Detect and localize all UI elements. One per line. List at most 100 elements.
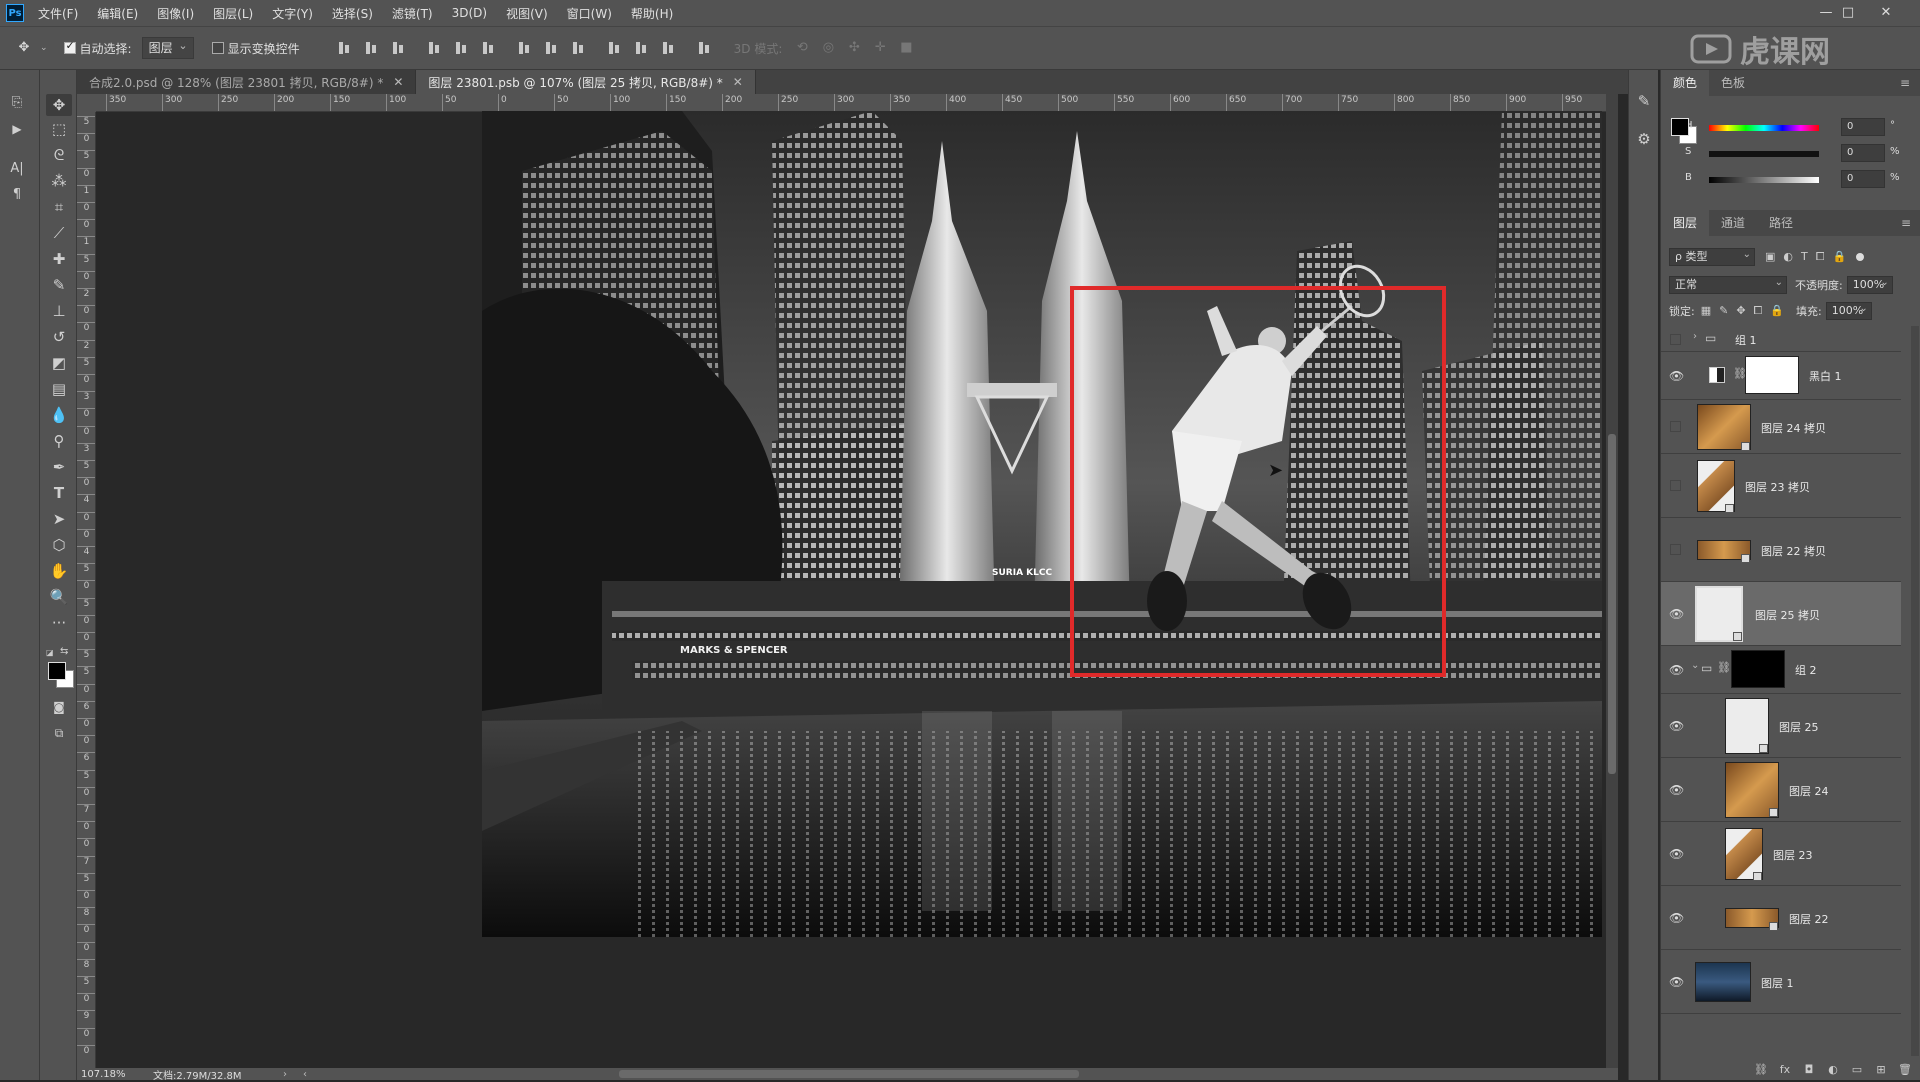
eye-icon[interactable]: 👁 xyxy=(1669,663,1684,677)
properties-panel-icon[interactable]: ⚙ xyxy=(1631,128,1657,150)
3d-pan-icon[interactable]: ✣ xyxy=(844,38,864,58)
lasso-tool-icon[interactable]: ᘓ xyxy=(46,144,72,166)
history-panel-icon[interactable]: ⎘ xyxy=(4,92,30,114)
align-top-icon[interactable] xyxy=(336,40,354,56)
align-left-icon[interactable] xyxy=(426,40,444,56)
quick-mask-icon[interactable]: ◙ xyxy=(46,696,72,718)
saturation-slider[interactable]: S 0 % xyxy=(1685,144,1905,162)
chevron-left-icon[interactable]: ‹ xyxy=(303,1069,307,1080)
distribute-hcenter-icon[interactable] xyxy=(633,40,651,56)
chevron-down-icon[interactable]: ⌄ xyxy=(40,43,48,53)
menu-view[interactable]: 视图(V) xyxy=(506,5,548,22)
eraser-tool-icon[interactable]: ◩ xyxy=(46,352,72,374)
healing-brush-tool-icon[interactable]: ✚ xyxy=(46,248,72,270)
visibility-toggle-off[interactable] xyxy=(1670,421,1681,432)
screen-mode-icon[interactable]: ⧉ xyxy=(46,722,72,744)
move-tool-icon[interactable]: ✥ xyxy=(14,38,34,58)
auto-select-target-dropdown[interactable]: 图层 xyxy=(141,37,194,59)
chevron-right-icon[interactable]: › xyxy=(1693,331,1697,342)
show-transform-checkbox[interactable] xyxy=(211,42,224,54)
eyedropper-tool-icon[interactable]: ⟋ xyxy=(46,222,72,244)
filter-toggle-icon[interactable] xyxy=(1856,253,1865,261)
tab-paths[interactable]: 路径 xyxy=(1757,210,1805,236)
hand-tool-icon[interactable]: ✋ xyxy=(46,560,72,582)
layer-row-22[interactable]: 👁 图层 22 xyxy=(1661,886,1901,950)
close-icon[interactable]: ✕ xyxy=(393,75,403,89)
distribute-right-icon[interactable] xyxy=(660,40,678,56)
paragraph-panel-icon[interactable]: ¶ xyxy=(4,184,30,206)
tab-swatches[interactable]: 色板 xyxy=(1709,70,1757,96)
blend-mode-dropdown[interactable]: 正常 xyxy=(1669,275,1787,294)
close-icon[interactable]: ✕ xyxy=(1876,3,1896,23)
hue-track[interactable] xyxy=(1709,125,1819,131)
distribute-left-icon[interactable] xyxy=(606,40,624,56)
clone-stamp-tool-icon[interactable]: ⊥ xyxy=(46,300,72,322)
3d-rotate-icon[interactable]: ⟲ xyxy=(792,38,812,58)
panel-menu-icon[interactable]: ≡ xyxy=(1900,76,1910,90)
brush-settings-icon[interactable]: ✎ xyxy=(1631,90,1657,112)
crop-tool-icon[interactable]: ⌗ xyxy=(46,196,72,218)
menu-type[interactable]: 文字(Y) xyxy=(272,5,313,22)
layer-row-24-copy[interactable]: 图层 24 拷贝 xyxy=(1661,400,1901,454)
foreground-color-swatch[interactable] xyxy=(1671,118,1689,136)
menu-image[interactable]: 图像(I) xyxy=(157,5,194,22)
scrollbar-thumb[interactable] xyxy=(1608,434,1616,774)
layers-scrollbar[interactable] xyxy=(1911,326,1919,1056)
brush-tool-icon[interactable]: ✎ xyxy=(46,274,72,296)
menu-3d[interactable]: 3D(D) xyxy=(452,6,487,20)
actions-panel-icon[interactable]: ▶ xyxy=(4,118,30,140)
maximize-icon[interactable]: □ xyxy=(1838,3,1858,23)
more-tools-icon[interactable]: ··· xyxy=(46,612,72,634)
layer-mask-thumbnail[interactable] xyxy=(1745,356,1799,394)
eye-icon[interactable]: 👁 xyxy=(1669,719,1684,733)
eye-icon[interactable]: 👁 xyxy=(1669,847,1684,861)
layer-row-25[interactable]: 👁 图层 25 xyxy=(1661,694,1901,758)
layer-row-25-copy[interactable]: 👁 图层 25 拷贝 xyxy=(1661,582,1901,646)
hue-value[interactable]: 0 xyxy=(1841,118,1885,136)
menu-file[interactable]: 文件(F) xyxy=(38,5,78,22)
foreground-color-swatch[interactable] xyxy=(48,662,66,680)
adjustment-layer-icon[interactable]: ◐ xyxy=(1825,1063,1841,1077)
link-icon[interactable]: ⛓ xyxy=(1717,661,1731,674)
default-colors-icon[interactable]: ◪ xyxy=(46,648,56,658)
layer-row-24[interactable]: 👁 图层 24 xyxy=(1661,758,1901,822)
saturation-track[interactable] xyxy=(1709,151,1819,157)
menu-filter[interactable]: 滤镜(T) xyxy=(392,5,433,22)
zoom-tool-icon[interactable]: 🔍 xyxy=(46,586,72,608)
menu-help[interactable]: 帮助(H) xyxy=(631,5,673,22)
auto-select-checkbox[interactable] xyxy=(63,39,76,54)
layer-row-1[interactable]: 👁 图层 1 xyxy=(1661,950,1901,1014)
3d-scale-icon[interactable]: ■ xyxy=(896,38,916,58)
new-group-icon[interactable]: ▭ xyxy=(1849,1063,1865,1077)
eye-icon[interactable]: 👁 xyxy=(1669,783,1684,797)
fx-icon[interactable]: fx xyxy=(1777,1063,1793,1077)
tab-color[interactable]: 颜色 xyxy=(1661,70,1710,96)
layer-row-23[interactable]: 👁 图层 23 xyxy=(1661,822,1901,886)
distribute-bottom-icon[interactable] xyxy=(570,40,588,56)
eye-icon[interactable]: 👁 xyxy=(1669,911,1684,925)
distribute-top-icon[interactable] xyxy=(516,40,534,56)
visibility-toggle-off[interactable] xyxy=(1670,480,1681,491)
menu-edit[interactable]: 编辑(E) xyxy=(97,5,138,22)
swap-colors-icon[interactable]: ⇆ xyxy=(60,646,68,657)
layer-row-22-copy[interactable]: 图层 22 拷贝 xyxy=(1661,518,1901,582)
brightness-track[interactable] xyxy=(1709,177,1819,183)
align-hcenter-icon[interactable] xyxy=(453,40,471,56)
add-mask-icon[interactable]: ◘ xyxy=(1801,1063,1817,1077)
marquee-tool-icon[interactable]: ⬚ xyxy=(46,118,72,140)
tab-document-1[interactable]: 合成2.0.psd @ 128% (图层 23801 拷贝, RGB/8#) *… xyxy=(77,70,417,94)
chevron-down-icon[interactable]: ⌄ xyxy=(1691,660,1699,671)
menu-window[interactable]: 窗口(W) xyxy=(567,5,612,22)
hue-slider[interactable]: H 0 ° xyxy=(1685,118,1905,136)
zoom-level[interactable]: 107.18% xyxy=(81,1069,153,1080)
layer-row-group-1[interactable]: › ▭ 组 1 xyxy=(1661,326,1901,352)
layer-row-group-2[interactable]: 👁 ⌄ ▭ ⛓ 组 2 xyxy=(1661,646,1901,694)
history-brush-tool-icon[interactable]: ↺ xyxy=(46,326,72,348)
layer-row-23-copy[interactable]: 图层 23 拷贝 xyxy=(1661,454,1901,518)
layer-row-bw-adjustment[interactable]: 👁 ⛓ 黑白 1 xyxy=(1661,352,1901,400)
eye-icon[interactable]: 👁 xyxy=(1669,975,1684,989)
fill-input[interactable]: 100% xyxy=(1825,301,1872,320)
shape-tool-icon[interactable]: ⬡ xyxy=(46,534,72,556)
path-selection-tool-icon[interactable]: ➤ xyxy=(46,508,72,530)
pen-tool-icon[interactable]: ✒ xyxy=(46,456,72,478)
